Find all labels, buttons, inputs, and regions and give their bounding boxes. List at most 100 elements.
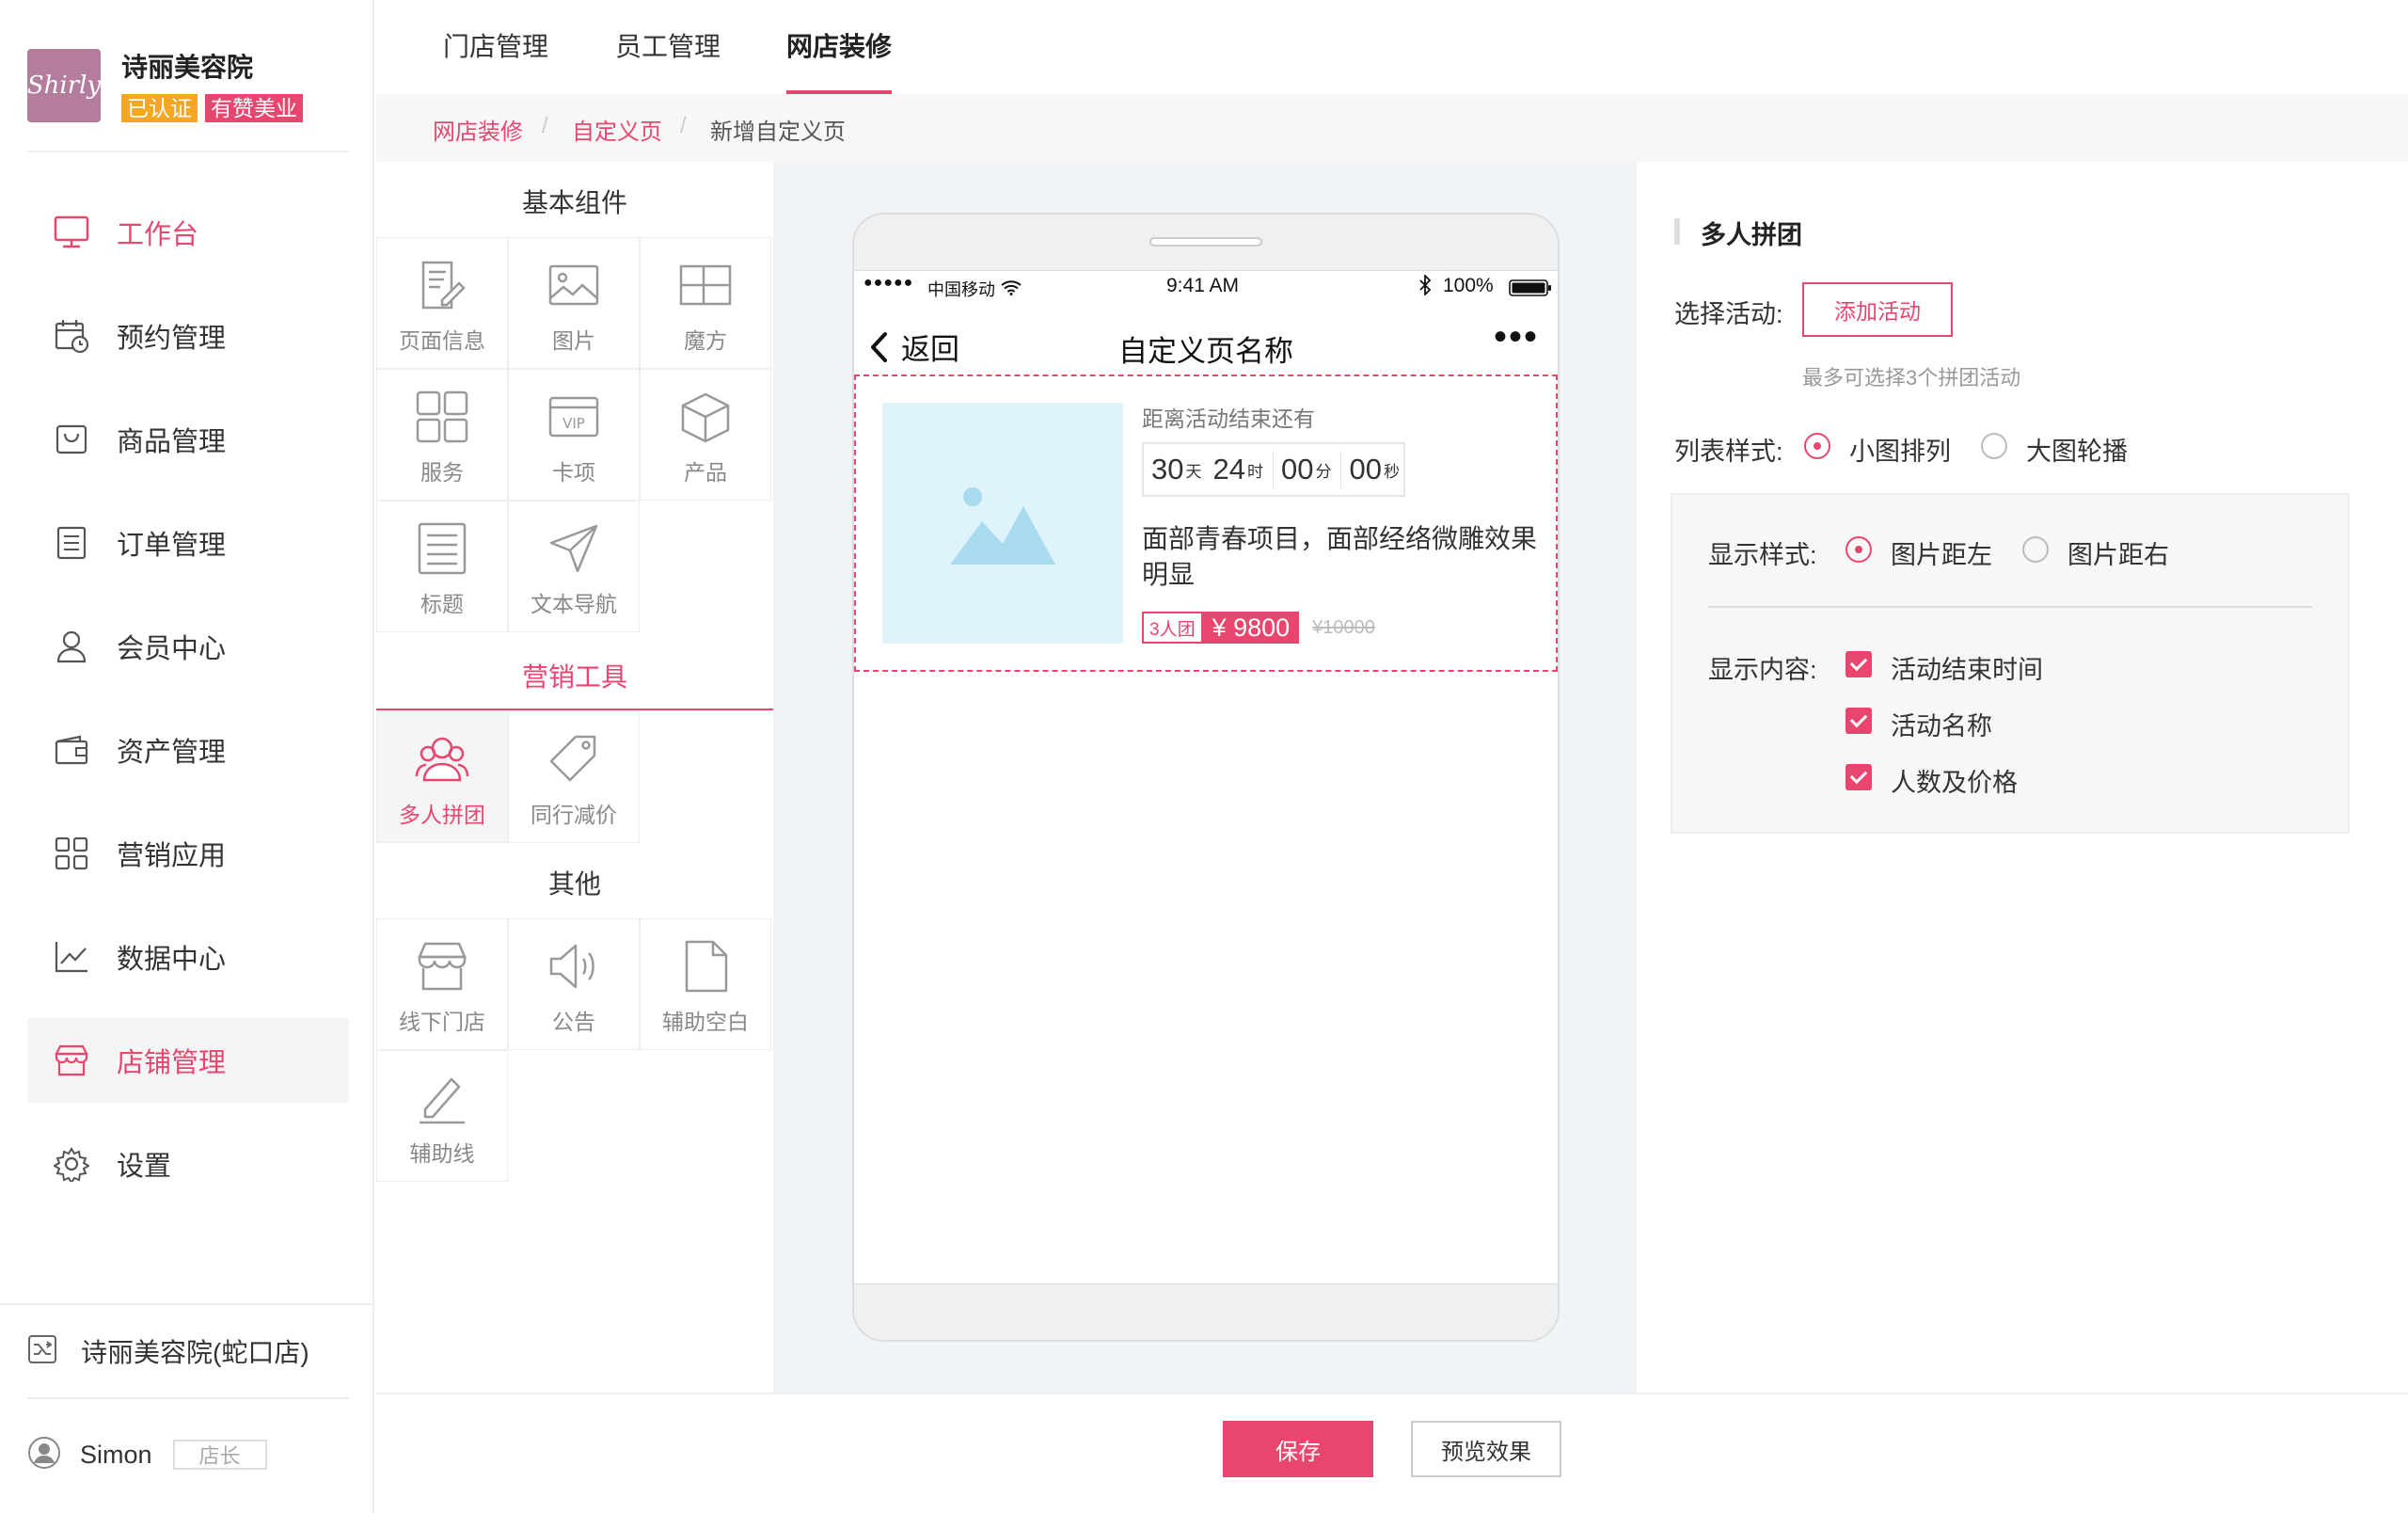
- status-bar: ●●●●● 中国移动 9:41 AM 100%: [854, 273, 1558, 305]
- group-price: ¥ 9800: [1202, 612, 1300, 644]
- radio-image-left[interactable]: [1846, 536, 1872, 563]
- component-label: 服务: [420, 460, 464, 485]
- component-text-nav[interactable]: 文本导航: [508, 501, 640, 632]
- group-size-tag: 3人团: [1142, 612, 1203, 644]
- brand-badge: 有赞美业: [205, 94, 303, 122]
- countdown-days: 30: [1151, 453, 1184, 486]
- breadcrumb-separator: /: [680, 113, 687, 138]
- phone-bottom-bezel: [854, 1283, 1558, 1340]
- option-end-time[interactable]: 活动结束时间: [1891, 649, 2043, 686]
- sidebar-item-marketing[interactable]: 营销应用: [27, 811, 349, 896]
- carrier: 中国移动: [927, 280, 995, 299]
- component-peer-discount[interactable]: 同行减价: [508, 711, 640, 843]
- countdown-label: 距离活动结束还有: [1142, 406, 1315, 431]
- section-divider: [376, 709, 773, 710]
- countdown-seconds-unit: 秒: [1383, 462, 1400, 481]
- component-label: 文本导航: [531, 592, 617, 616]
- countdown-days-unit: 天: [1185, 462, 1202, 481]
- user-profile[interactable]: Simon 店长: [27, 1436, 349, 1473]
- tab-staff-management[interactable]: 员工管理: [615, 26, 721, 64]
- activity-name: 面部青春项目，面部经络微雕效果明显: [1142, 524, 1538, 589]
- sidebar-item-label: 数据中心: [117, 945, 227, 975]
- grid-service-icon: [416, 390, 468, 443]
- component-service[interactable]: 服务: [376, 369, 508, 501]
- sidebar-item-label: 店铺管理: [117, 1048, 227, 1078]
- tab-store-management[interactable]: 门店管理: [443, 26, 548, 64]
- component-image[interactable]: 图片: [508, 237, 640, 369]
- display-style-label: 显示样式:: [1708, 541, 1817, 569]
- sidebar-item-store[interactable]: 店铺管理: [27, 1018, 349, 1103]
- sidebar-item-products[interactable]: 商品管理: [27, 397, 349, 482]
- option-people-price[interactable]: 人数及价格: [1891, 762, 2018, 799]
- vip-card-icon: VIP: [548, 396, 599, 438]
- component-label: 线下门店: [399, 1010, 485, 1034]
- sidebar-item-assets[interactable]: 资产管理: [27, 708, 349, 792]
- component-announcement[interactable]: 公告: [508, 918, 640, 1050]
- basic-components-title: 基本组件: [521, 188, 627, 217]
- option-image-right[interactable]: 图片距右: [2067, 534, 2169, 571]
- component-label: 多人拼团: [399, 803, 485, 827]
- battery-percent: 100%: [1443, 275, 1494, 296]
- document-list-icon: [52, 523, 91, 563]
- monitor-icon: [52, 213, 91, 252]
- pencil-icon: [420, 1077, 465, 1124]
- component-page-info[interactable]: 页面信息: [376, 237, 508, 369]
- component-title[interactable]: 标题: [376, 501, 508, 632]
- component-blank-space[interactable]: 辅助空白: [640, 918, 771, 1050]
- sidebar-item-appointments[interactable]: 预约管理: [27, 294, 349, 378]
- activity-limit-hint: 最多可选择3个拼团活动: [1802, 366, 2021, 390]
- preview-button[interactable]: 预览效果: [1411, 1421, 1561, 1477]
- radio-small-list[interactable]: [1804, 433, 1830, 459]
- radio-large-carousel[interactable]: [1981, 433, 2007, 459]
- wallet-icon: [52, 730, 91, 770]
- component-label: 图片: [552, 328, 595, 353]
- sidebar-item-settings[interactable]: 设置: [27, 1122, 349, 1206]
- checkbox-activity-name[interactable]: [1846, 708, 1872, 734]
- group-buy-card[interactable]: 距离活动结束还有 30 天 24 时 00 分 00 秒 面部青春项目，面部经络…: [854, 374, 1558, 672]
- title-icon: [418, 522, 467, 575]
- breadcrumb-link-custom-page[interactable]: 自定义页: [572, 113, 662, 146]
- component-guide-line[interactable]: 辅助线: [376, 1050, 508, 1182]
- tab-shop-decoration[interactable]: 网店装修: [786, 26, 892, 64]
- countdown-hours-unit: 时: [1246, 462, 1263, 481]
- option-activity-name[interactable]: 活动名称: [1891, 706, 1992, 742]
- sidebar-item-workbench[interactable]: 工作台: [27, 190, 349, 275]
- breadcrumb-link-decoration[interactable]: 网店装修: [433, 113, 523, 146]
- sidebar-item-data[interactable]: 数据中心: [27, 915, 349, 999]
- sidebar-item-label: 工作台: [117, 220, 199, 250]
- save-button[interactable]: 保存: [1223, 1421, 1373, 1477]
- component-label: 标题: [420, 592, 464, 616]
- sidebar-item-orders[interactable]: 订单管理: [27, 501, 349, 585]
- component-card-item[interactable]: VIP 卡项: [508, 369, 640, 501]
- option-small-list[interactable]: 小图排列: [1849, 431, 1951, 468]
- countdown-separator: [1340, 451, 1342, 488]
- add-activity-button[interactable]: 添加活动: [1802, 282, 1953, 337]
- speaker-icon: [549, 944, 594, 989]
- option-large-carousel[interactable]: 大图轮播: [2026, 431, 2128, 468]
- component-label: 辅助线: [409, 1141, 475, 1166]
- display-content-label: 显示内容:: [1708, 656, 1817, 684]
- image-placeholder: [882, 403, 1123, 644]
- verified-badge: 已认证: [121, 94, 198, 122]
- group-users-icon: [415, 737, 469, 782]
- more-menu-icon[interactable]: •••: [1494, 316, 1539, 358]
- component-offline-store[interactable]: 线下门店: [376, 918, 508, 1050]
- option-image-left[interactable]: 图片距左: [1891, 534, 1992, 571]
- sidebar-divider: [27, 151, 349, 152]
- sidebar-item-members[interactable]: 会员中心: [27, 604, 349, 689]
- component-group-buy[interactable]: 多人拼团: [376, 711, 508, 843]
- branch-switcher[interactable]: 诗丽美容院(蛇口店): [27, 1330, 349, 1372]
- radio-image-right[interactable]: [2022, 536, 2049, 563]
- component-label: 页面信息: [399, 328, 485, 353]
- switch-icon: [27, 1334, 57, 1369]
- component-product[interactable]: 产品: [640, 369, 771, 501]
- image-placeholder-icon: [950, 487, 1055, 565]
- countdown-hours: 24: [1212, 453, 1245, 486]
- checkbox-people-price[interactable]: [1846, 764, 1872, 790]
- wifi-icon: [1001, 279, 1022, 301]
- checkbox-end-time[interactable]: [1846, 651, 1872, 677]
- edit-page-icon: [421, 261, 466, 310]
- sidebar-item-label: 预约管理: [117, 324, 227, 354]
- component-magic-cube[interactable]: 魔方: [640, 237, 771, 369]
- blank-page-icon: [685, 940, 728, 993]
